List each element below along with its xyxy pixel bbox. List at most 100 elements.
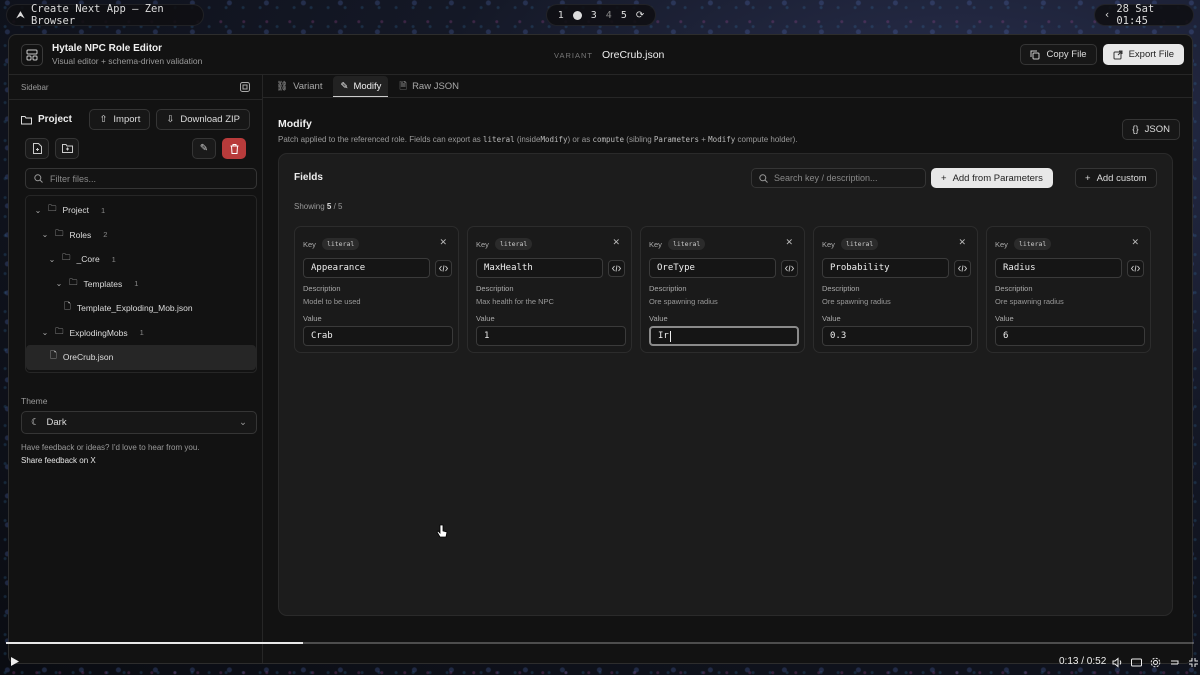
mode-badge[interactable]: literal: [494, 238, 533, 250]
new-folder-icon: [61, 144, 73, 153]
sidebar-heading: Sidebar: [21, 82, 49, 92]
tree-item-explodingmobs[interactable]: ⌄ 🗀 ExplodingMobs 1: [26, 321, 256, 346]
workspace-3[interactable]: 3: [591, 10, 597, 21]
value-input[interactable]: Ir: [649, 326, 799, 346]
tree-item-template-file[interactable]: 🗋 Template_Exploding_Mob.json: [26, 296, 256, 321]
new-folder-button[interactable]: [55, 138, 79, 159]
value-input[interactable]: 0.3: [822, 326, 972, 346]
tree-item-project[interactable]: ⌄ 🗀 Project 1: [26, 198, 256, 223]
workspace-active-indicator[interactable]: [572, 10, 582, 20]
rename-button[interactable]: ✎: [192, 138, 216, 159]
chevron-down-icon: ⌄: [41, 328, 49, 338]
clock-pill[interactable]: ‹ 28 Sat 01:45: [1094, 3, 1194, 27]
copy-icon: [1030, 50, 1040, 59]
description-value: Max health for the NPC: [476, 297, 554, 306]
tree-item-count: 1: [139, 328, 144, 338]
fields-title: Fields: [294, 172, 323, 183]
volume-icon[interactable]: [1112, 655, 1123, 673]
key-input[interactable]: MaxHealth: [476, 258, 603, 278]
copy-file-button[interactable]: Copy File: [1020, 44, 1097, 65]
video-controls: 0:13 / 0:52: [0, 640, 1200, 675]
code-toggle-button[interactable]: [1127, 260, 1144, 277]
chevron-down-icon: ⌄: [239, 416, 247, 428]
value-input[interactable]: 6: [995, 326, 1145, 346]
tab-raw-json[interactable]: 🗎 Raw JSON: [392, 76, 466, 97]
app-header: Hytale NPC Role Editor Visual editor + s…: [9, 35, 1192, 75]
mode-badge[interactable]: literal: [1013, 238, 1052, 250]
code-toggle-button[interactable]: [954, 260, 971, 277]
workspace-5[interactable]: 5: [621, 10, 627, 21]
description-value: Ore spawning radius: [649, 297, 718, 306]
value-label: Value: [995, 314, 1014, 323]
export-file-button[interactable]: Export File: [1102, 44, 1184, 65]
tree-item-templates[interactable]: ⌄ 🗀 Templates 1: [26, 272, 256, 297]
sidebar-toggle-icon[interactable]: [240, 82, 250, 92]
key-input[interactable]: OreType: [649, 258, 776, 278]
plus-icon: +: [941, 172, 947, 184]
filter-files-input[interactable]: Filter files...: [25, 168, 257, 189]
tab-bar: ⛓ Variant ✎ Modify 🗎 Raw JSON: [263, 75, 1192, 98]
key-header: Key literal: [476, 238, 533, 250]
pencil-icon: ✎: [199, 143, 209, 154]
trash-icon: [230, 143, 238, 154]
new-file-icon: [32, 143, 42, 154]
tree-item-roles[interactable]: ⌄ 🗀 Roles 2: [26, 223, 256, 248]
theme-value: Dark: [46, 416, 67, 428]
app-logo-icon: [21, 43, 43, 66]
new-file-button[interactable]: [25, 138, 49, 159]
code-toggle-button[interactable]: [435, 260, 452, 277]
close-icon[interactable]: ✕: [785, 237, 793, 248]
seek-bar[interactable]: [6, 642, 1194, 644]
workspace-4[interactable]: 4: [606, 10, 612, 21]
key-label: Key: [649, 239, 662, 249]
json-button[interactable]: {} JSON: [1122, 119, 1180, 140]
search-fields-input[interactable]: Search key / description...: [751, 168, 926, 188]
window-title-pill[interactable]: ⮝ Create Next App — Zen Browser: [6, 3, 204, 27]
key-input[interactable]: Probability: [822, 258, 949, 278]
captions-icon[interactable]: [1131, 655, 1142, 673]
workspace-1[interactable]: 1: [558, 10, 564, 21]
code-toggle-button[interactable]: [781, 260, 798, 277]
delete-button[interactable]: [222, 138, 246, 159]
tab-modify[interactable]: ✎ Modify: [333, 76, 389, 97]
close-icon[interactable]: ✕: [958, 237, 966, 248]
theme-select[interactable]: ☾ Dark ⌄: [21, 410, 257, 434]
tree-item-orecrub[interactable]: 🗋 OreCrub.json: [26, 345, 256, 370]
refresh-icon[interactable]: ⟳: [636, 10, 644, 21]
key-input[interactable]: Radius: [995, 258, 1122, 278]
mode-badge[interactable]: literal: [840, 238, 879, 250]
sidebar: Sidebar Project ⇧ Import ⇩ Download ZIP: [9, 75, 263, 663]
close-icon[interactable]: ✕: [439, 237, 447, 248]
code-toggle-button[interactable]: [608, 260, 625, 277]
description-label: Description: [649, 284, 687, 293]
play-icon[interactable]: [10, 656, 20, 667]
chevron-down-icon: ⌄: [34, 205, 42, 215]
feedback-link[interactable]: Share feedback on X: [21, 456, 262, 465]
add-custom-button[interactable]: + Add custom: [1075, 168, 1157, 188]
close-icon[interactable]: ✕: [612, 237, 620, 248]
value-input[interactable]: 1: [476, 326, 626, 346]
braces-icon: {}: [1132, 124, 1139, 135]
workspace-switcher: 1 3 4 5 ⟳: [546, 4, 656, 26]
chevron-left-icon: ‹: [1104, 9, 1111, 21]
value-label: Value: [649, 314, 668, 323]
key-input[interactable]: Appearance: [303, 258, 430, 278]
close-icon[interactable]: ✕: [1131, 237, 1139, 248]
variant-filename: OreCrub.json: [601, 49, 665, 61]
add-from-parameters-button[interactable]: + Add from Parameters: [931, 168, 1053, 188]
value-input[interactable]: Crab: [303, 326, 453, 346]
settings-gear-icon[interactable]: [1150, 655, 1161, 673]
tab-variant[interactable]: ⛓ Variant: [269, 76, 329, 97]
fullscreen-exit-icon[interactable]: [1188, 655, 1199, 673]
import-button[interactable]: ⇧ Import: [89, 109, 151, 130]
mode-badge[interactable]: literal: [667, 238, 706, 250]
tree-item-core[interactable]: ⌄ 🗀 _Core 1: [26, 247, 256, 272]
clock: 28 Sat 01:45: [1116, 3, 1155, 27]
variant-label: VARIANT: [554, 50, 593, 60]
file-icon: 🗋: [50, 350, 57, 361]
description-label: Description: [822, 284, 860, 293]
download-zip-button[interactable]: ⇩ Download ZIP: [156, 109, 250, 130]
description-value: Model to be used: [303, 297, 361, 306]
mode-badge[interactable]: literal: [321, 238, 360, 250]
loop-icon[interactable]: [1169, 655, 1180, 673]
